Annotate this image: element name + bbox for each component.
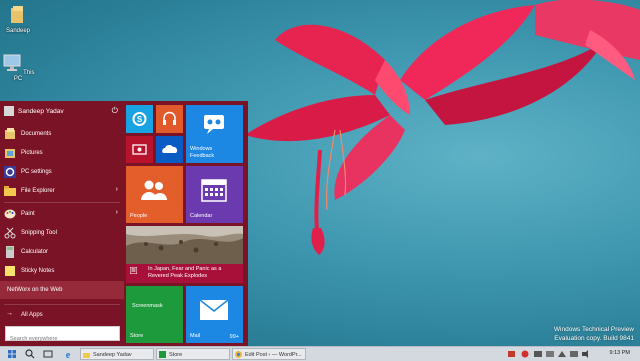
menu-item-label: PC settings <box>21 169 52 175</box>
skype-icon: S <box>132 112 147 126</box>
tile-store[interactable]: Screenmask Store <box>126 286 183 343</box>
desktop-icon-this-pc[interactable]: This PC <box>0 54 36 82</box>
sticky-notes-icon <box>5 266 15 276</box>
folder-icon <box>83 353 90 358</box>
settings-gear-icon <box>4 166 16 178</box>
divider <box>4 304 120 305</box>
cloud-icon <box>162 144 178 153</box>
scissors-icon <box>4 227 16 239</box>
people-icon <box>141 180 167 200</box>
taskbar-clock[interactable]: 9:13 PM <box>610 350 630 356</box>
menu-item-label: Documents <box>21 131 52 137</box>
search-icon[interactable] <box>24 348 36 360</box>
menu-item-sticky-notes[interactable]: Sticky Notes <box>0 262 124 280</box>
feedback-people-icon <box>204 115 224 134</box>
taskbar-window-label: Store <box>169 351 183 358</box>
menu-item-label: File Explorer <box>21 188 55 194</box>
all-apps-label: All Apps <box>21 312 43 318</box>
headphones-icon <box>163 111 176 125</box>
chevron-right-icon: › <box>115 186 118 193</box>
tile-music[interactable] <box>156 105 183 133</box>
svg-text:e: e <box>66 350 71 360</box>
user-folder-icon <box>11 6 23 23</box>
news-headline: In Japan, Fear and Panic as a Revered Pe… <box>148 266 222 279</box>
desktop-icon-label: Sandeep <box>5 28 31 34</box>
power-icon[interactable]: ⏻ <box>112 106 118 116</box>
chevron-right-icon: › <box>115 209 118 216</box>
menu-item-file-explorer[interactable]: File Explorer › <box>0 182 124 200</box>
tile-label: Mail <box>190 333 201 339</box>
menu-item-pictures[interactable]: Pictures <box>0 144 124 162</box>
mail-icon <box>200 300 228 320</box>
menu-item-snipping-tool[interactable]: Snipping Tool <box>0 224 124 242</box>
tile-calendar[interactable]: Calendar <box>186 166 243 223</box>
menu-item-label: Sticky Notes <box>21 268 55 274</box>
tile-label: Store <box>130 333 144 339</box>
tile-label: People <box>130 213 148 219</box>
documents-icon <box>5 128 15 139</box>
search-box[interactable] <box>5 326 122 346</box>
menu-item-label: NetWorx on the Web <box>7 287 63 293</box>
tile-label: Windows Feedback <box>190 146 215 159</box>
folder-icon <box>4 186 16 196</box>
tile-label: Calendar <box>190 213 213 219</box>
windows-logo-icon[interactable] <box>6 348 18 360</box>
task-view-icon[interactable] <box>42 348 54 360</box>
user-name: Sandeep Yadav <box>18 108 64 115</box>
start-menu-left-pane: Sandeep Yadav ⏻ Documents Pictures PC se… <box>0 101 124 346</box>
chrome-icon <box>235 351 242 358</box>
flower-wallpaper-image <box>245 0 640 255</box>
ie-icon[interactable]: e <box>62 348 74 360</box>
svg-text:S: S <box>137 115 143 124</box>
taskbar-window-label: Edit Post ‹ — WordPr... <box>245 351 302 358</box>
avatar <box>4 106 14 116</box>
news-photo <box>126 226 243 264</box>
tile-windows-feedback[interactable]: Windows Feedback <box>186 105 243 163</box>
system-tray-icons[interactable] <box>508 348 593 360</box>
computer-icon <box>3 54 21 71</box>
taskbar-window-store[interactable]: Store <box>156 348 230 360</box>
search-input[interactable] <box>6 332 122 346</box>
all-apps-button[interactable]: → All Apps <box>0 308 124 322</box>
tile-people[interactable]: People <box>126 166 183 223</box>
calculator-icon <box>6 246 14 258</box>
mail-count-badge: 99+ <box>229 334 239 340</box>
desktop-icon-user-folder[interactable]: Sandeep <box>0 6 36 34</box>
menu-item-documents[interactable]: Documents <box>0 125 124 143</box>
watermark-line-1: Windows Technical Preview <box>553 326 634 333</box>
taskbar-window-label: Sandeep Yadav <box>93 351 132 358</box>
menu-item-label: Calculator <box>21 249 49 255</box>
tile-news[interactable]: In Japan, Fear and Panic as a Revered Pe… <box>126 226 243 283</box>
menu-item-pc-settings[interactable]: PC settings <box>0 163 124 181</box>
user-account-row[interactable]: Sandeep Yadav ⏻ <box>0 104 124 120</box>
menu-item-label: Paint <box>21 211 35 217</box>
taskbar-window-folder[interactable]: Sandeep Yadav <box>80 348 154 360</box>
calendar-icon <box>201 179 227 202</box>
watermark-line-2: Evaluation copy. Build 9841 <box>554 335 634 342</box>
menu-item-paint[interactable]: Paint › <box>0 205 124 223</box>
store-icon <box>159 351 166 358</box>
divider <box>4 202 120 203</box>
menu-item-calculator[interactable]: Calculator <box>0 243 124 261</box>
store-app-name: Screenmask <box>132 303 163 309</box>
menu-item-label: Pictures <box>21 150 43 156</box>
build-watermark: Windows Technical Preview Evaluation cop… <box>554 325 634 343</box>
taskbar-window-chrome[interactable]: Edit Post ‹ — WordPr... <box>232 348 306 360</box>
arrow-right-icon: → <box>6 310 13 317</box>
start-menu: Sandeep Yadav ⏻ Documents Pictures PC se… <box>0 101 248 346</box>
video-icon <box>132 144 147 155</box>
tile-onedrive[interactable] <box>156 136 183 163</box>
taskbar: e Sandeep Yadav Store Edit Post ‹ — Word… <box>0 346 640 361</box>
news-icon <box>130 267 137 274</box>
tile-video[interactable] <box>126 136 153 163</box>
tile-skype[interactable]: S <box>126 105 153 133</box>
menu-item-networx-web[interactable]: NetWorx on the Web <box>0 281 124 299</box>
menu-item-label: Snipping Tool <box>21 230 57 236</box>
pictures-icon <box>5 149 15 158</box>
paint-icon <box>4 209 16 219</box>
tile-mail[interactable]: Mail 99+ <box>186 286 243 343</box>
